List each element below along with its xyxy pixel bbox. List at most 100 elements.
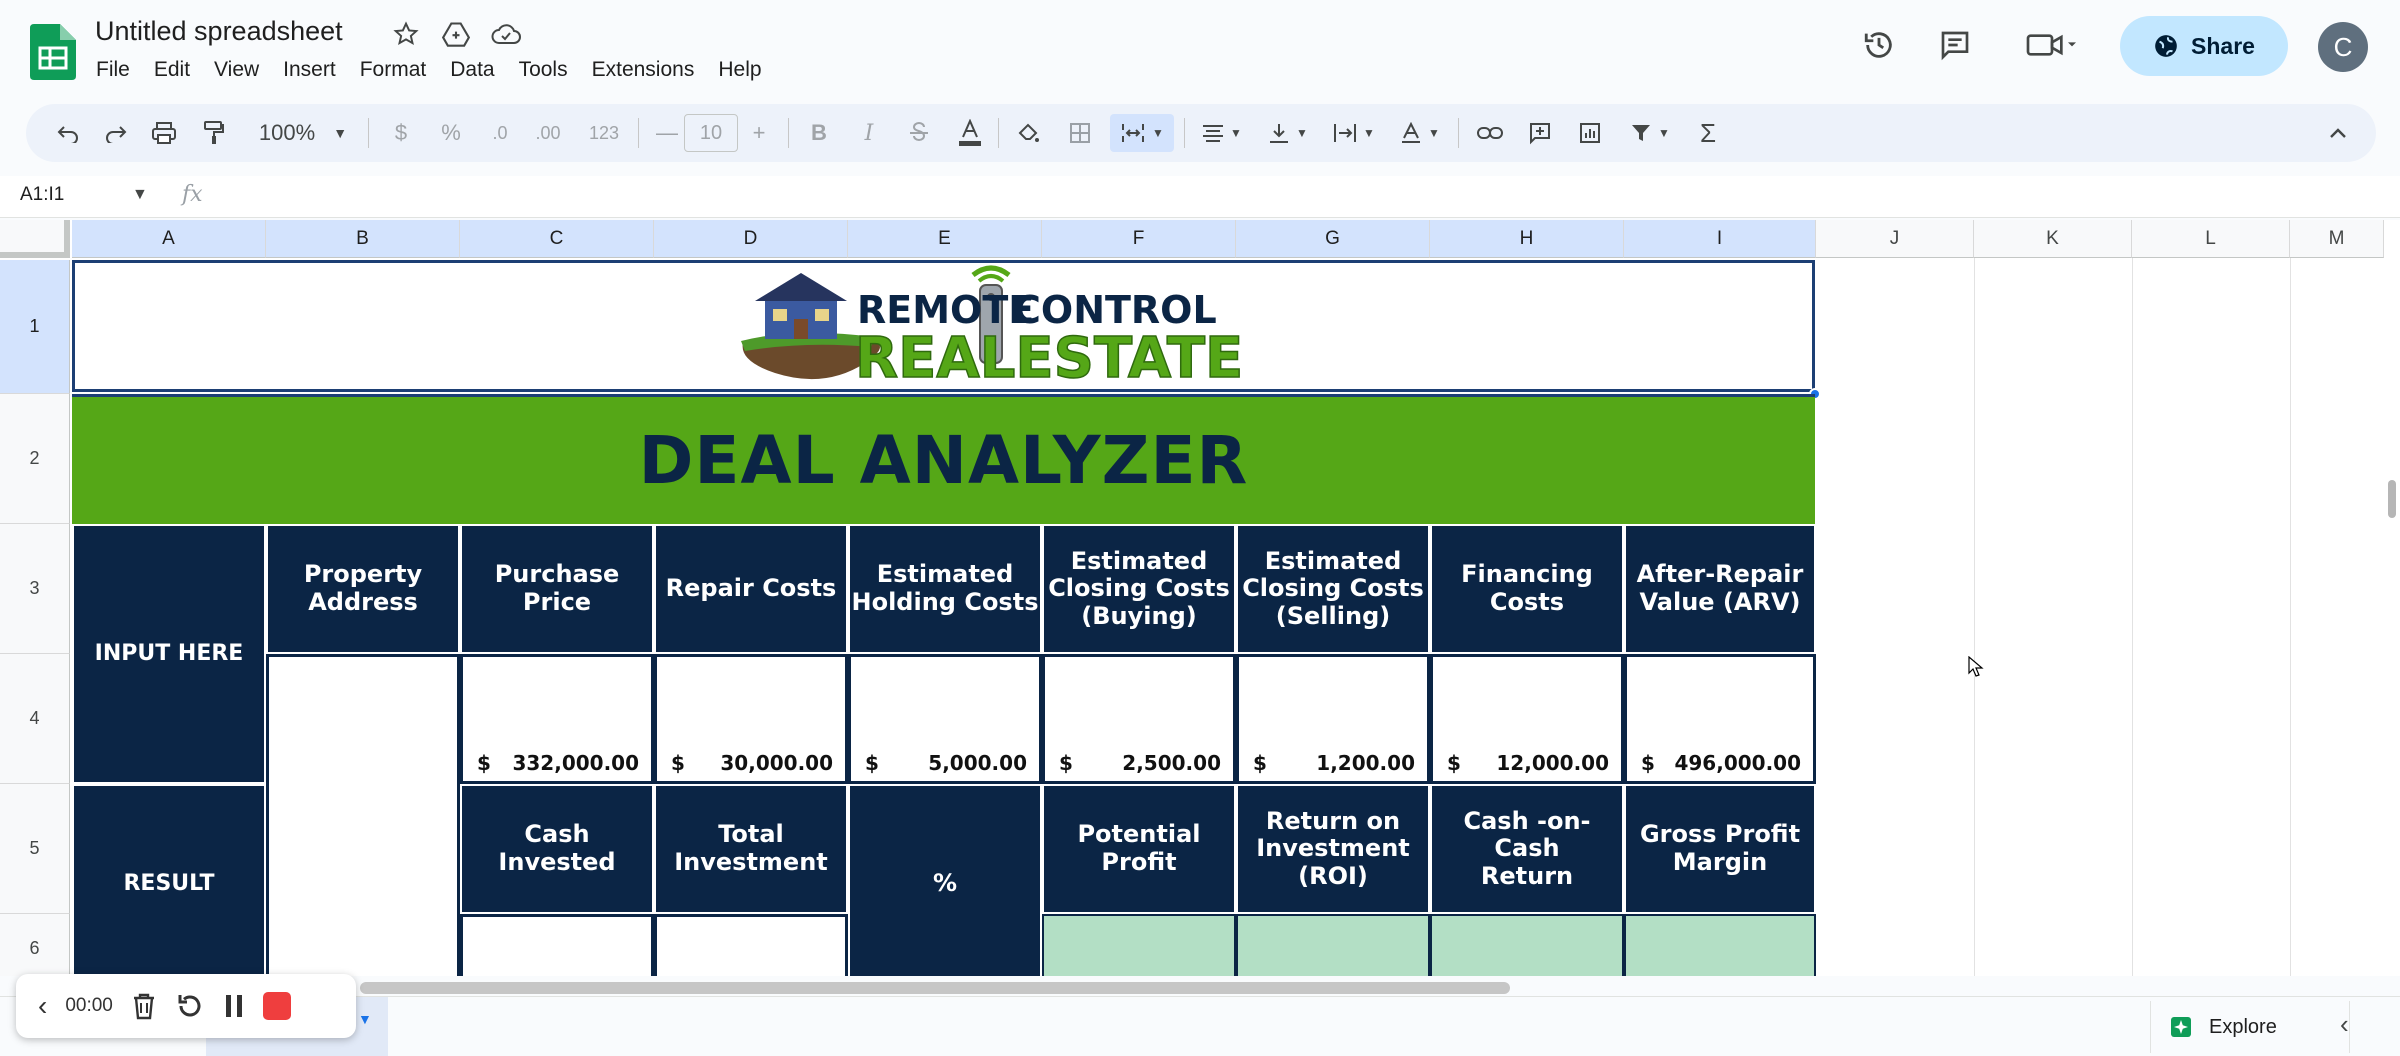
arv-input[interactable]: $ 496,000.00 — [1624, 654, 1816, 784]
more-formats-button[interactable]: 123 — [580, 114, 628, 152]
restart-icon[interactable] — [175, 991, 205, 1021]
result-label[interactable]: RESULT — [72, 784, 266, 976]
vertical-align-icon[interactable]: ▼ — [1258, 114, 1318, 152]
header-gross-profit-margin[interactable]: Gross Profit Margin — [1624, 784, 1816, 914]
menu-tools[interactable]: Tools — [519, 56, 580, 84]
column-header-i[interactable]: I — [1624, 220, 1816, 258]
column-header-e[interactable]: E — [848, 220, 1042, 258]
decrease-decimal-button[interactable]: .0 — [480, 114, 520, 152]
insert-link-icon[interactable] — [1470, 114, 1510, 152]
functions-icon[interactable]: Σ — [1688, 114, 1728, 152]
header-purchase-price[interactable]: Purchase Price — [460, 524, 654, 654]
row-header-4[interactable]: 4 — [0, 654, 70, 784]
row-header-1[interactable]: 1 — [0, 260, 70, 394]
header-property-address[interactable]: Property Address — [266, 524, 460, 654]
chevron-left-icon[interactable]: ‹ — [38, 990, 47, 1022]
header-total-investment[interactable]: Total Investment — [654, 784, 848, 914]
spreadsheet-grid[interactable]: A B C D E F G H I J K L M 1 2 3 4 5 6 RE… — [0, 220, 2400, 976]
decrease-font-size-button[interactable]: — — [650, 114, 684, 152]
borders-icon[interactable] — [1062, 114, 1098, 152]
row-header-3[interactable]: 3 — [0, 524, 70, 654]
column-header-a[interactable]: A — [72, 220, 266, 258]
document-title[interactable]: Untitled spreadsheet — [95, 16, 343, 47]
input-here-label[interactable]: INPUT HERE — [72, 524, 266, 784]
header-after-repair-value[interactable]: After-Repair Value (ARV) — [1624, 524, 1816, 654]
stop-recording-button[interactable] — [262, 992, 291, 1020]
column-header-f[interactable]: F — [1042, 220, 1236, 258]
insert-chart-icon[interactable] — [1570, 114, 1610, 152]
column-header-g[interactable]: G — [1236, 220, 1430, 258]
trash-icon[interactable] — [131, 992, 157, 1020]
merge-cells-icon[interactable]: ▼ — [1110, 114, 1174, 152]
explore-button[interactable]: Explore — [2150, 1001, 2350, 1053]
filter-icon[interactable]: ▼ — [1620, 114, 1680, 152]
menu-help[interactable]: Help — [718, 56, 773, 84]
row-header-6[interactable]: 6 — [0, 914, 70, 976]
select-all-corner[interactable] — [0, 220, 70, 258]
repair-costs-input[interactable]: $ 30,000.00 — [654, 654, 848, 784]
deal-analyzer-banner[interactable]: DEAL ANALYZER — [72, 394, 1815, 524]
column-header-d[interactable]: D — [654, 220, 848, 258]
closing-costs-buying-input[interactable]: $ 2,500.00 — [1042, 654, 1236, 784]
chevron-down-icon[interactable]: ▼ — [132, 186, 148, 204]
cash-invested-output[interactable] — [460, 914, 654, 976]
header-cash-on-cash-return[interactable]: Cash -on- Cash Return — [1430, 784, 1624, 914]
paint-format-icon[interactable] — [194, 114, 234, 152]
vertical-scrollbar[interactable] — [2384, 258, 2400, 976]
row-header-2[interactable]: 2 — [0, 394, 70, 524]
cloud-status-icon[interactable] — [488, 16, 524, 52]
column-header-j[interactable]: J — [1816, 220, 1974, 258]
text-rotation-icon[interactable]: ▼ — [1390, 114, 1450, 152]
pause-icon[interactable] — [223, 993, 245, 1019]
header-financing-costs[interactable]: Financing Costs — [1430, 524, 1624, 654]
column-header-c[interactable]: C — [460, 220, 654, 258]
header-roi[interactable]: Return on Investment (ROI) — [1236, 784, 1430, 914]
menu-format[interactable]: Format — [360, 56, 439, 84]
header-potential-profit[interactable]: Potential Profit — [1042, 784, 1236, 914]
gross-margin-output[interactable] — [1624, 914, 1816, 976]
strikethrough-icon[interactable] — [902, 114, 936, 152]
print-icon[interactable] — [144, 114, 184, 152]
holding-costs-input[interactable]: $ 5,000.00 — [848, 654, 1042, 784]
header-cash-invested[interactable]: Cash Invested — [460, 784, 654, 914]
font-size-input[interactable]: 10 — [684, 114, 738, 152]
roi-output[interactable] — [1236, 914, 1430, 976]
menu-view[interactable]: View — [214, 56, 271, 84]
undo-icon[interactable] — [48, 114, 88, 152]
horizontal-scrollbar-thumb[interactable] — [360, 982, 1510, 994]
fill-color-icon[interactable] — [1010, 114, 1046, 152]
version-history-icon[interactable] — [1856, 22, 1902, 68]
insert-comment-icon[interactable] — [1520, 114, 1560, 152]
star-icon[interactable] — [388, 16, 424, 52]
increase-font-size-button[interactable]: + — [742, 114, 776, 152]
header-estimated-holding-costs[interactable]: Estimated Holding Costs — [848, 524, 1042, 654]
column-header-m[interactable]: M — [2290, 220, 2384, 258]
collapse-toolbar-icon[interactable] — [2318, 114, 2358, 152]
redo-icon[interactable] — [96, 114, 136, 152]
italic-button[interactable]: I — [852, 114, 886, 152]
chevron-left-icon[interactable]: ‹ — [2340, 1009, 2349, 1040]
financing-costs-input[interactable]: $ 12,000.00 — [1430, 654, 1624, 784]
menu-extensions[interactable]: Extensions — [592, 56, 707, 84]
potential-profit-output[interactable] — [1042, 914, 1236, 976]
sheets-logo-icon[interactable] — [30, 24, 76, 80]
header-closing-costs-selling[interactable]: Estimated Closing Costs (Selling) — [1236, 524, 1430, 654]
percent-label[interactable]: % — [848, 784, 1042, 976]
row-header-5[interactable]: 5 — [0, 784, 70, 914]
comments-icon[interactable] — [1932, 22, 1978, 68]
column-header-h[interactable]: H — [1430, 220, 1624, 258]
total-investment-output[interactable] — [654, 914, 848, 976]
text-color-icon[interactable] — [952, 114, 988, 152]
menu-file[interactable]: File — [96, 56, 142, 84]
column-header-l[interactable]: L — [2132, 220, 2290, 258]
horizontal-align-icon[interactable]: ▼ — [1192, 114, 1252, 152]
menu-insert[interactable]: Insert — [283, 56, 348, 84]
closing-costs-selling-input[interactable]: $ 1,200.00 — [1236, 654, 1430, 784]
avatar[interactable]: C — [2318, 22, 2368, 72]
column-header-k[interactable]: K — [1974, 220, 2132, 258]
cash-on-cash-output[interactable] — [1430, 914, 1624, 976]
zoom-select[interactable]: 100% ▼ — [248, 114, 358, 152]
text-wrapping-icon[interactable]: ▼ — [1324, 114, 1384, 152]
scrollbar-thumb[interactable] — [2388, 480, 2396, 518]
bold-button[interactable]: B — [802, 114, 836, 152]
